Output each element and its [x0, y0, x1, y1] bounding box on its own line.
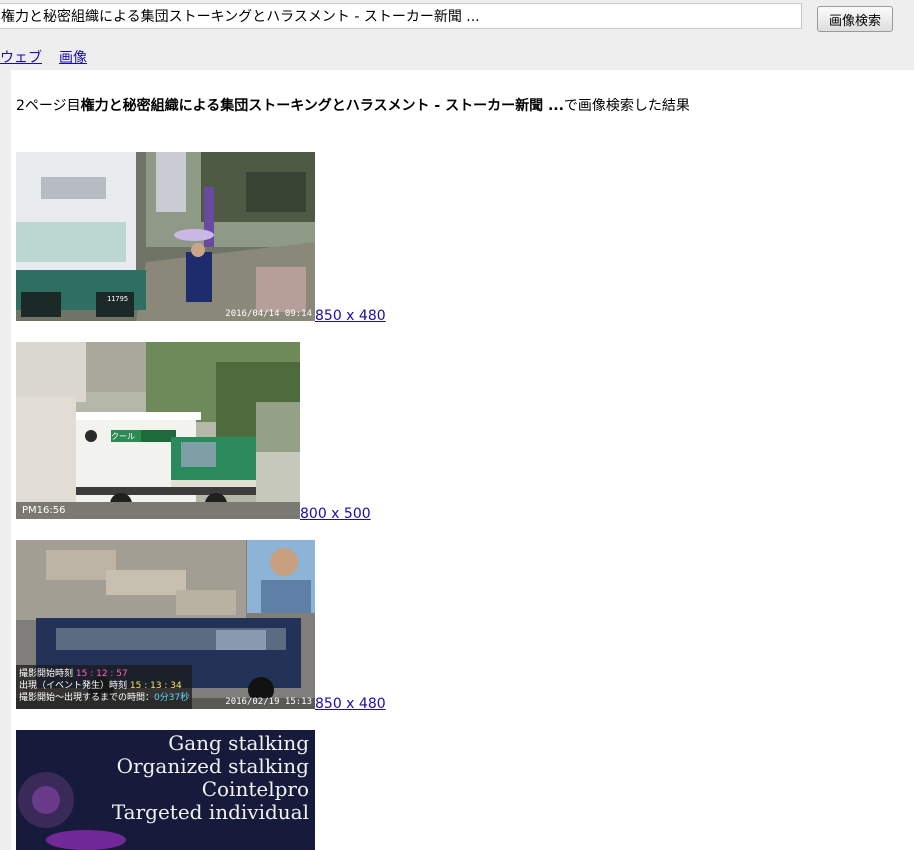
- license-plate-text: 11795: [107, 295, 129, 303]
- page-label: 2ページ目: [16, 98, 81, 114]
- capture-start-label: 撮影開始時刻: [19, 669, 74, 679]
- truck-sign-text: クール: [111, 432, 135, 441]
- image-search-button[interactable]: 画像検索: [817, 6, 893, 32]
- thumbnail-delivery-truck-image: [16, 342, 300, 519]
- capture-start-value: 15 : 12 : 57: [75, 669, 128, 679]
- left-margin-strip: [0, 70, 11, 850]
- elapsed-value: 0分37秒: [154, 693, 190, 703]
- event-time-value: 15 : 13 : 34: [129, 681, 182, 691]
- result-thumbnail[interactable]: Gang stalking Organized stalking Cointel…: [16, 730, 315, 850]
- caption-overlay: Gang stalking Organized stalking Cointel…: [112, 732, 309, 824]
- result-thumbnail[interactable]: 撮影開始時刻 15 : 12 : 57 出現（イベント発生）時刻 15 : 13…: [16, 540, 315, 709]
- results-heading: 2ページ目権力と秘密組織による集団ストーキングとハラスメント - ストーカー新聞…: [16, 95, 690, 115]
- query-bold: 権力と秘密組織による集団ストーキングとハラスメント - ストーカー新聞 ...: [80, 98, 564, 114]
- result-item: PM16:56 クール 800 x 500: [16, 342, 416, 522]
- result-item: 撮影開始時刻 15 : 12 : 57 出現（イベント発生）時刻 15 : 13…: [16, 540, 416, 715]
- tab-web[interactable]: ウェブ: [0, 47, 42, 67]
- caption-line: Gang stalking: [168, 731, 309, 755]
- image-size-link[interactable]: 850 x 480: [315, 696, 386, 712]
- heading-suffix: で画像検索した結果: [563, 98, 690, 114]
- result-thumbnail[interactable]: 2016/04/14 09:14 11795: [16, 152, 315, 321]
- capture-info-overlay: 撮影開始時刻 15 : 12 : 57 出現（イベント発生）時刻 15 : 13…: [19, 668, 189, 704]
- result-thumbnail[interactable]: PM16:56 クール: [16, 342, 300, 519]
- timestamp-overlay: 2016/02/19 15:13: [225, 697, 312, 707]
- timestamp-overlay: 2016/04/14 09:14: [225, 309, 312, 319]
- caption-line: Organized stalking: [116, 754, 309, 778]
- image-size-link[interactable]: 800 x 500: [300, 506, 371, 522]
- result-item: 2016/04/14 09:14 11795 850 x 480: [16, 152, 416, 327]
- caption-line: Cointelpro: [201, 777, 309, 801]
- caption-line: Targeted individual: [111, 800, 309, 824]
- search-header: 画像検索 ウェブ 画像: [0, 0, 914, 70]
- elapsed-label: 撮影開始～出現するまでの時間：: [19, 693, 155, 703]
- timestamp-overlay: PM16:56: [22, 505, 66, 516]
- tab-images[interactable]: 画像: [59, 47, 87, 67]
- thumbnail-truck-person-image: [16, 152, 315, 321]
- result-item: Gang stalking Organized stalking Cointel…: [16, 730, 315, 850]
- search-input[interactable]: [0, 3, 802, 29]
- image-size-link[interactable]: 850 x 480: [315, 308, 386, 324]
- event-time-label: 出現（イベント発生）時刻: [19, 681, 128, 691]
